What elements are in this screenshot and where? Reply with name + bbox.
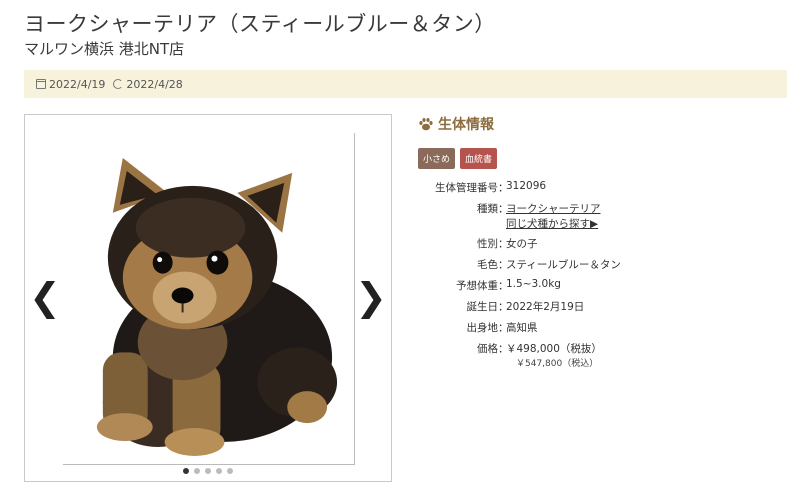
price-incl-tax: ￥547,800（税込） — [516, 359, 599, 369]
color-value: スティールブルー＆タン — [506, 259, 621, 271]
row-birthday: 誕生日 ： 2022年2月19日 — [418, 299, 788, 320]
tag-small-size: 小さめ — [418, 148, 456, 169]
price-value-group: ￥498,000（税抜） ￥547,800（税込） — [506, 341, 788, 373]
row-origin: 出身地 ： 高知県 — [418, 320, 788, 341]
pagination-dot[interactable] — [227, 468, 233, 474]
gallery-pagination — [25, 468, 391, 474]
info-heading-text: 生体情報 — [438, 117, 494, 133]
info-heading: 生体情報 — [418, 114, 788, 134]
next-photo-button[interactable]: ❯ — [355, 278, 387, 316]
separator: ： — [498, 343, 509, 355]
price-label: 価格 — [477, 343, 498, 355]
tag-list: 小さめ 血統書 — [418, 148, 788, 169]
separator: ： — [498, 322, 509, 334]
birthday-value: 2022年2月19日 — [506, 301, 585, 313]
pet-info-panel: 生体情報 小さめ 血統書 生体管理番号 ： 312096 種類 ： ヨークシャー… — [418, 114, 788, 373]
sex-value: 女の子 — [506, 238, 538, 250]
birthday-label: 誕生日 — [466, 301, 499, 313]
published-date: 2022/4/19 — [36, 78, 105, 91]
breed-link[interactable]: ヨークシャーテリア — [506, 203, 601, 215]
separator: ： — [498, 182, 509, 194]
same-breed-search-link[interactable]: 同じ犬種から探す▶ — [506, 218, 598, 230]
separator: ： — [498, 301, 509, 313]
separator: ： — [498, 280, 509, 292]
updated-date: 2022/4/28 — [113, 77, 183, 91]
previous-photo-button[interactable]: ❮ — [29, 278, 61, 316]
puppy-illustration — [96, 157, 338, 456]
published-date-text: 2022/4/19 — [49, 77, 106, 91]
tag-pedigree: 血統書 — [460, 148, 498, 169]
row-breed: 種類 ： ヨークシャーテリア 同じ犬種から探す▶ — [418, 201, 788, 236]
price-excl-tax: ￥498,000（税抜） — [506, 343, 602, 355]
pagination-dot[interactable] — [216, 468, 222, 474]
weight-value: 1.5~3.0kg — [506, 278, 561, 290]
id-label: 生体管理番号 — [435, 182, 498, 194]
color-label: 毛色 — [477, 259, 498, 271]
pagination-dot[interactable] — [205, 468, 211, 474]
row-color: 毛色 ： スティールブルー＆タン — [418, 257, 788, 278]
page-title: ヨークシャーテリア（スティールブルー＆タン） — [24, 12, 496, 36]
separator: ： — [498, 259, 509, 271]
breed-label: 種類 — [477, 203, 498, 215]
refresh-icon — [113, 79, 124, 89]
separator: ： — [498, 203, 509, 215]
paw-icon — [419, 118, 433, 131]
pagination-dot[interactable] — [183, 468, 189, 474]
separator: ： — [498, 238, 509, 250]
sex-label: 性別 — [477, 238, 498, 250]
info-table: 生体管理番号 ： 312096 種類 ： ヨークシャーテリア 同じ犬種から探す▶… — [418, 180, 788, 373]
row-price: 価格 ： ￥498,000（税抜） ￥547,800（税込） — [418, 341, 788, 373]
breed-value-group: ヨークシャーテリア 同じ犬種から探す▶ — [506, 201, 788, 236]
id-value: 312096 — [506, 180, 547, 192]
puppy-photo — [63, 133, 355, 465]
row-sex: 性別 ： 女の子 — [418, 236, 788, 257]
pagination-dot[interactable] — [194, 468, 200, 474]
calendar-icon — [36, 79, 46, 89]
row-weight: 予想体重 ： 1.5~3.0kg — [418, 278, 788, 299]
origin-label: 出身地 — [466, 322, 499, 334]
photo-gallery[interactable]: ❮ ❯ — [24, 114, 392, 482]
shop-name: マルワン横浜 港北NT店 — [24, 40, 185, 58]
date-bar: 2022/4/19 2022/4/28 — [24, 70, 787, 98]
origin-value: 高知県 — [506, 322, 538, 334]
row-id: 生体管理番号 ： 312096 — [418, 180, 788, 201]
updated-date-text: 2022/4/28 — [126, 77, 183, 91]
weight-label: 予想体重 — [456, 280, 498, 292]
